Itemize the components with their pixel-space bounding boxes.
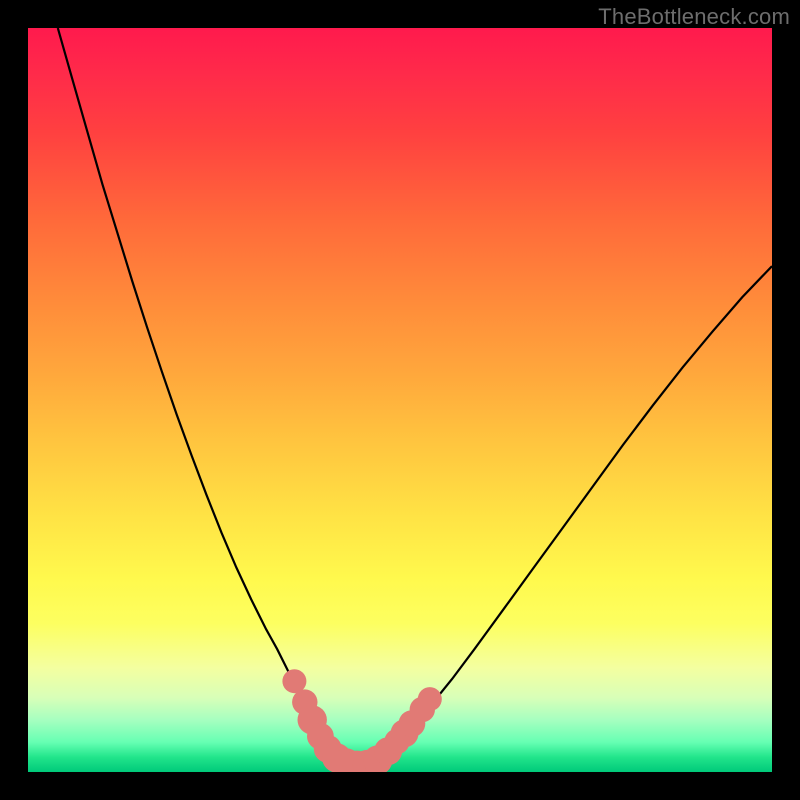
- marker-group: [282, 669, 441, 772]
- watermark-text: TheBottleneck.com: [598, 4, 790, 30]
- plot-area: [28, 28, 772, 772]
- chart-frame: TheBottleneck.com: [0, 0, 800, 800]
- curve-layer: [28, 28, 772, 772]
- curve-marker: [418, 687, 442, 711]
- bottleneck-curve: [58, 28, 772, 766]
